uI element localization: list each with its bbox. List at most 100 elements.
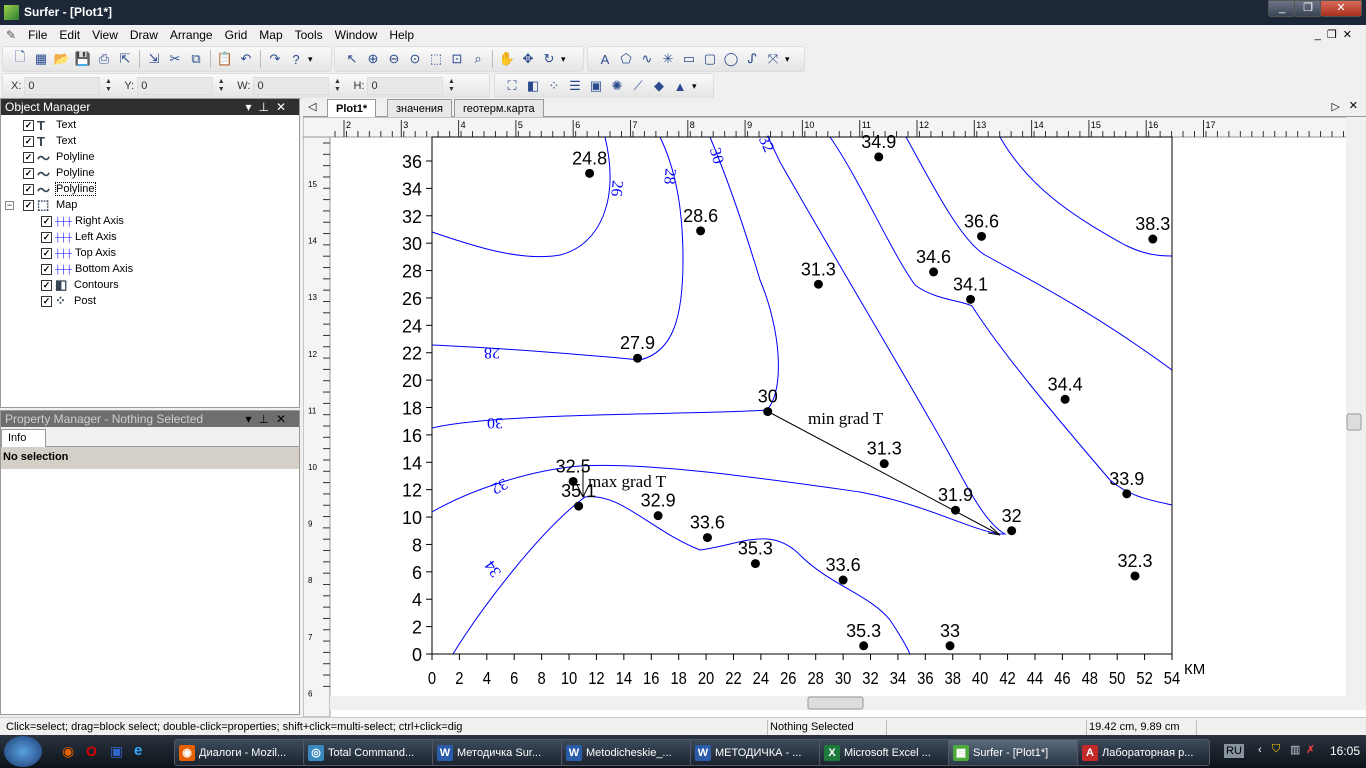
tree-item[interactable]: ✓ 〜 Polyline <box>23 165 95 182</box>
tree-item[interactable]: ✓ ┼┼┼ Bottom Axis <box>41 261 133 277</box>
maximize-button[interactable]: ❐ <box>1294 0 1322 17</box>
tree-item[interactable]: ✓ 〜 Polyline <box>23 149 95 166</box>
text-icon[interactable]: A <box>596 50 614 68</box>
visibility-checkbox[interactable]: ✓ <box>41 231 52 243</box>
import-icon[interactable]: ⇲ <box>145 50 163 68</box>
taskbar-item[interactable]: ◎ Total Command... <box>303 739 436 766</box>
visibility-checkbox[interactable]: ✓ <box>23 135 34 147</box>
menu-help[interactable]: Help <box>383 25 420 45</box>
tree-item[interactable]: ✓ ┼┼┼ Left Axis <box>41 229 117 245</box>
panel-controls[interactable]: ▾⊥✕ <box>245 411 293 427</box>
cut-icon[interactable]: ✂ <box>166 50 184 68</box>
w-spinner[interactable]: ▲ ▼ <box>332 78 342 94</box>
tab-close-icon[interactable]: ✕ <box>1349 99 1358 112</box>
menu-file[interactable]: File <box>22 25 53 45</box>
toolbar-options-icon[interactable]: ▾ <box>308 54 313 65</box>
redo-icon[interactable]: ↷ <box>266 50 284 68</box>
visibility-checkbox[interactable]: ✓ <box>41 215 52 227</box>
paste-icon[interactable]: 📋 <box>216 50 234 68</box>
spline-icon[interactable]: ᔑ <box>743 50 761 68</box>
menu-map[interactable]: Map <box>253 25 288 45</box>
tree-item[interactable]: ✓ ⁘ Post <box>41 293 96 309</box>
security-tray-icon[interactable]: ⛉ <box>1272 743 1280 756</box>
visibility-checkbox[interactable]: ✓ <box>41 263 52 275</box>
doc-close-button[interactable]: ✕ <box>1343 29 1358 41</box>
reshape-icon[interactable]: ⤧ <box>764 50 782 68</box>
taskbar-item[interactable]: W Metodicheskie_... <box>561 739 694 766</box>
panel-controls[interactable]: ▾⊥✕ <box>245 99 293 115</box>
menu-window[interactable]: Window <box>329 25 384 45</box>
menu-arrange[interactable]: Arrange <box>164 25 219 45</box>
save-quicklaunch-icon[interactable]: ▣ <box>110 743 123 760</box>
network-tray-icon[interactable]: ▥ <box>1290 743 1300 756</box>
horizontal-scroll-thumb[interactable] <box>807 696 864 710</box>
taskbar-item[interactable]: X Microsoft Excel ... <box>819 739 952 766</box>
visibility-checkbox[interactable]: ✓ <box>23 199 34 211</box>
tab-scroll-right-icon[interactable]: ▷ <box>1332 100 1340 113</box>
visibility-checkbox[interactable]: ✓ <box>41 247 52 259</box>
toolbar-options-icon[interactable]: ▾ <box>692 81 697 92</box>
visibility-checkbox[interactable]: ✓ <box>41 279 52 291</box>
contour-map-icon[interactable]: ◧ <box>524 77 542 95</box>
tree-item[interactable]: ✓ ◧ Contours <box>41 277 119 293</box>
symbol-icon[interactable]: ✳ <box>659 50 677 68</box>
ellipse-icon[interactable]: ◯ <box>722 50 740 68</box>
menu-edit[interactable]: Edit <box>53 25 86 45</box>
x-spinner[interactable]: ▲ ▼ <box>103 78 113 94</box>
collapse-icon[interactable]: − <box>5 200 14 210</box>
tree-item[interactable]: ✓ ┼┼┼ Right Axis <box>41 213 124 229</box>
volume-tray-icon[interactable]: ✗ <box>1306 743 1315 756</box>
rectangle-icon[interactable]: ▭ <box>680 50 698 68</box>
copy-icon[interactable]: ⧉ <box>187 50 205 68</box>
visibility-checkbox[interactable]: ✓ <box>23 167 34 179</box>
tab-values[interactable]: значения <box>387 99 453 117</box>
h-spinner[interactable]: ▲ ▼ <box>446 78 456 94</box>
tab-geotherm-map[interactable]: геотерм.карта <box>454 99 544 117</box>
tree-item[interactable]: − ✓ ⬚ Map <box>5 197 77 213</box>
taskbar-item[interactable]: W МЕТОДИЧКА - ... <box>690 739 823 766</box>
tab-info[interactable]: Info <box>1 429 46 447</box>
zoom-out-icon[interactable]: ⊖ <box>385 50 403 68</box>
3d-wireframe-icon[interactable]: ▲ <box>671 77 689 95</box>
classed-post-icon[interactable]: ☰ <box>566 77 584 95</box>
shaded-relief-icon[interactable]: ⟋ <box>629 77 647 95</box>
plot-canvas[interactable]: 2 3 4 5 6 7 8 9 10 11 12 13 14 15 16 171514131211109876… <box>303 117 1366 717</box>
undo-icon[interactable]: ↶ <box>237 50 255 68</box>
visibility-checkbox[interactable]: ✓ <box>23 151 34 163</box>
polyline-icon[interactable]: ∿ <box>638 50 656 68</box>
language-indicator[interactable]: RU <box>1224 744 1244 758</box>
post-map-icon[interactable]: ⁘ <box>545 77 563 95</box>
zoom-page-icon[interactable]: ⊙ <box>406 50 424 68</box>
toolbar-options-icon[interactable]: ▾ <box>561 54 566 65</box>
visibility-checkbox[interactable]: ✓ <box>23 183 34 195</box>
tree-item[interactable]: ✓ ┼┼┼ Top Axis <box>41 245 116 261</box>
menu-tools[interactable]: Tools <box>289 25 329 45</box>
h-field[interactable]: 0 <box>367 77 444 95</box>
taskbar-item[interactable]: W Методичка Sur... <box>432 739 565 766</box>
new-worksheet-icon[interactable]: ▦ <box>32 50 50 68</box>
save-icon[interactable]: 💾 <box>74 50 92 68</box>
taskbar-item[interactable]: ▦ Surfer - [Plot1*] <box>948 739 1081 766</box>
doc-minimize-button[interactable]: _ <box>1315 29 1327 41</box>
print-icon[interactable]: ⎙ <box>95 50 113 68</box>
polygon-icon[interactable]: ⬠ <box>617 50 635 68</box>
tab-scroll-left-icon[interactable]: ◁ <box>308 100 316 113</box>
taskbar-item[interactable]: A Лабораторная р... <box>1077 739 1210 766</box>
zoom-actual-icon[interactable]: ⌕ <box>469 50 487 68</box>
tree-item[interactable]: ✓ T Text <box>23 117 76 133</box>
app-menu-icon[interactable]: ✎ <box>0 25 22 45</box>
x-field[interactable]: 0 <box>24 77 101 95</box>
w-field[interactable]: 0 <box>253 77 330 95</box>
menu-view[interactable]: View <box>86 25 124 45</box>
base-map-icon[interactable]: ⛶ <box>503 77 521 95</box>
3d-surface-icon[interactable]: ◆ <box>650 77 668 95</box>
firefox-quicklaunch-icon[interactable]: ◉ <box>62 743 74 760</box>
open-icon[interactable]: 📂 <box>53 50 71 68</box>
select-icon[interactable]: ↖ <box>343 50 361 68</box>
move-icon[interactable]: ✥ <box>519 50 537 68</box>
vertical-scroll-thumb[interactable] <box>1346 413 1362 431</box>
doc-restore-button[interactable]: ❐ <box>1327 29 1343 41</box>
y-spinner[interactable]: ▲ ▼ <box>216 78 226 94</box>
tree-item[interactable]: ✓ 〜 Polyline <box>23 181 96 198</box>
start-button[interactable] <box>4 736 42 767</box>
